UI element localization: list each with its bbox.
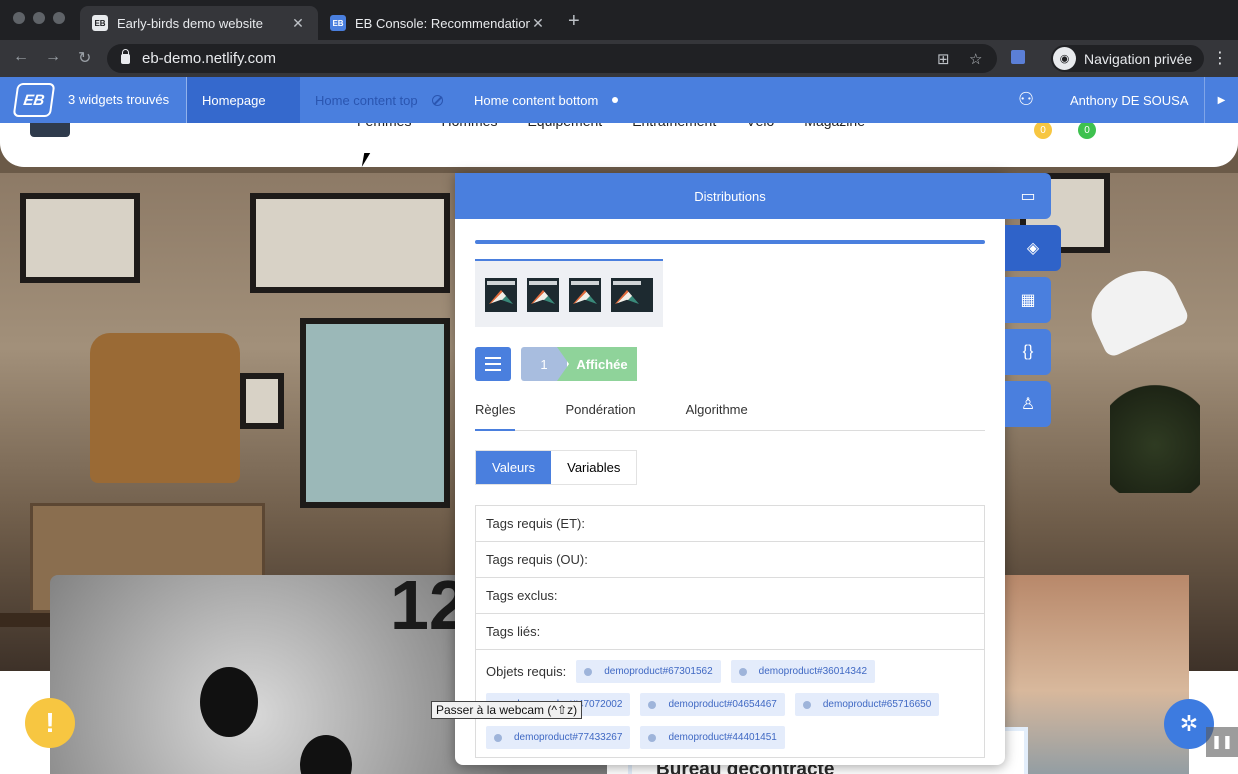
layers-icon[interactable]: ◈ [1005,225,1061,271]
rule-required-and[interactable]: Tags requis (ET): [476,506,984,542]
extension-icon[interactable] [1011,50,1025,64]
eb-favicon-icon: EB [330,15,346,31]
widgets-count: 3 widgets trouvés [68,92,170,107]
rule-required-or[interactable]: Tags requis (OU): [476,542,984,578]
switch-user-icon[interactable]: ⚇ [1018,89,1034,110]
pause-icon[interactable]: ❚❚ [1206,727,1238,757]
browser-tabstrip: EB Early-birds demo website ✕ EB EB Cons… [0,0,1238,40]
cart-badge: 0 [1078,121,1096,139]
tab-regles[interactable]: Règles [475,396,516,431]
tab-ponderation[interactable]: Pondération [565,396,635,431]
object-chip[interactable]: demoproduct#36014342 [730,660,876,683]
backpack-image [90,333,240,483]
objects-label: Objets requis: [486,664,567,679]
back-icon[interactable]: ← [13,48,29,66]
alert-icon[interactable]: ! [25,698,75,748]
widget-tab-home-content-bottom[interactable]: Home content bottom [459,77,633,123]
collapse-arrow-icon[interactable]: ▶ [1204,77,1238,123]
product-thumbnail[interactable] [569,278,601,312]
product-thumbnail[interactable] [485,278,517,312]
thumbnail-strip[interactable] [475,259,663,327]
ab-test-icon[interactable]: ▦ [1005,277,1051,323]
widget-tab-label: Home content top [315,92,418,108]
widget-tab-homepage[interactable]: Homepage [187,77,300,123]
tab-close-icon[interactable]: ✕ [530,15,546,32]
browser-toolbar: ← → ↻ eb-demo.netlify.com ⊞ ☆ ◉ Navigati… [0,40,1238,77]
rule-linked[interactable]: Tags liés: [476,614,984,650]
webcam-tooltip: Passer à la webcam (^⇧z) [431,701,583,719]
tab-algorithme[interactable]: Algorithme [686,396,748,431]
code-icon[interactable]: {} [1005,329,1051,375]
lock-icon [121,48,130,64]
object-chip[interactable]: demoproduct#77433267 [486,726,631,749]
browser-tab-console[interactable]: EB EB Console: Recommendation ✕ [318,6,558,40]
object-chip[interactable]: demoproduct#04654467 [640,693,785,716]
forward-icon[interactable]: → [45,48,61,66]
window-minimize-button[interactable] [33,12,45,24]
product-thumbnail[interactable] [611,278,653,312]
menu-icon[interactable] [475,347,511,381]
widget-tab-label: Homepage [202,92,266,108]
profile-label: Navigation privée [1084,50,1193,67]
object-chip[interactable]: demoproduct#67301562 [576,660,721,683]
wall-frame [20,193,140,283]
values-segmented-control: Valeurs Variables [475,450,638,485]
browser-tab-active[interactable]: EB Early-birds demo website ✕ [80,6,318,40]
object-chip[interactable]: demoproduct#65716650 [794,693,940,716]
widget-tab-home-content-top[interactable]: Home content top [300,77,458,123]
segment-variables[interactable]: Variables [551,451,636,484]
rule-excluded[interactable]: Tags exclus: [476,578,984,614]
user-icon[interactable]: ♙ [1005,381,1051,427]
window-close-button[interactable] [13,12,25,24]
address-bar[interactable]: eb-demo.netlify.com ⊞ ☆ [107,44,997,73]
tab-title: EB Console: Recommendation [355,15,530,31]
plant-image [1110,373,1200,493]
object-chip[interactable]: demoproduct#44401451 [640,726,785,749]
product-thumbnail[interactable] [527,278,559,312]
eb-logo[interactable]: EB [12,83,56,117]
wishlist-badge: 0 [1034,121,1052,139]
incognito-icon: ◉ [1053,47,1076,70]
star-icon[interactable]: ☆ [969,50,982,68]
step-label[interactable]: Affichée [557,347,637,381]
menu-icon[interactable]: ⋮ [1212,48,1228,68]
profile-button[interactable]: ◉ Navigation privée [1051,45,1205,72]
url-text: eb-demo.netlify.com [142,50,276,67]
progress-bar [475,240,985,244]
books-image[interactable] [1005,575,1189,774]
rules-list: Tags requis (ET): Tags requis (OU): Tags… [475,505,985,758]
wall-frame [240,373,284,429]
enabled-dot-icon [612,97,619,103]
new-tab-icon[interactable]: + [568,10,580,33]
panel-title: Distributions [455,173,1005,219]
tab-close-icon[interactable]: ✕ [290,15,306,32]
translate-icon[interactable]: ⊞ [937,50,950,68]
preview-icon[interactable]: ▭ [1005,173,1051,219]
wall-frame [300,318,450,508]
reload-icon[interactable]: ↻ [78,48,91,68]
distributions-panel: Distributions 1 Affichée Règles Pondérat… [455,173,1005,765]
segment-valeurs[interactable]: Valeurs [476,451,552,484]
user-name[interactable]: Anthony DE SOUSA [1070,93,1189,108]
panel-tabs: Règles Pondération Algorithme [475,396,985,431]
tab-title: Early-birds demo website [117,15,263,31]
disabled-icon [431,94,443,106]
step-number[interactable]: 1 [521,347,567,381]
wall-frame [250,193,450,293]
lamp-image [1079,257,1191,359]
eb-toolbar: EB 3 widgets trouvés Homepage Home conte… [0,77,1238,123]
window-zoom-button[interactable] [53,12,65,24]
eb-favicon-icon: EB [92,15,108,31]
widget-tab-label: Home content bottom [474,92,599,108]
